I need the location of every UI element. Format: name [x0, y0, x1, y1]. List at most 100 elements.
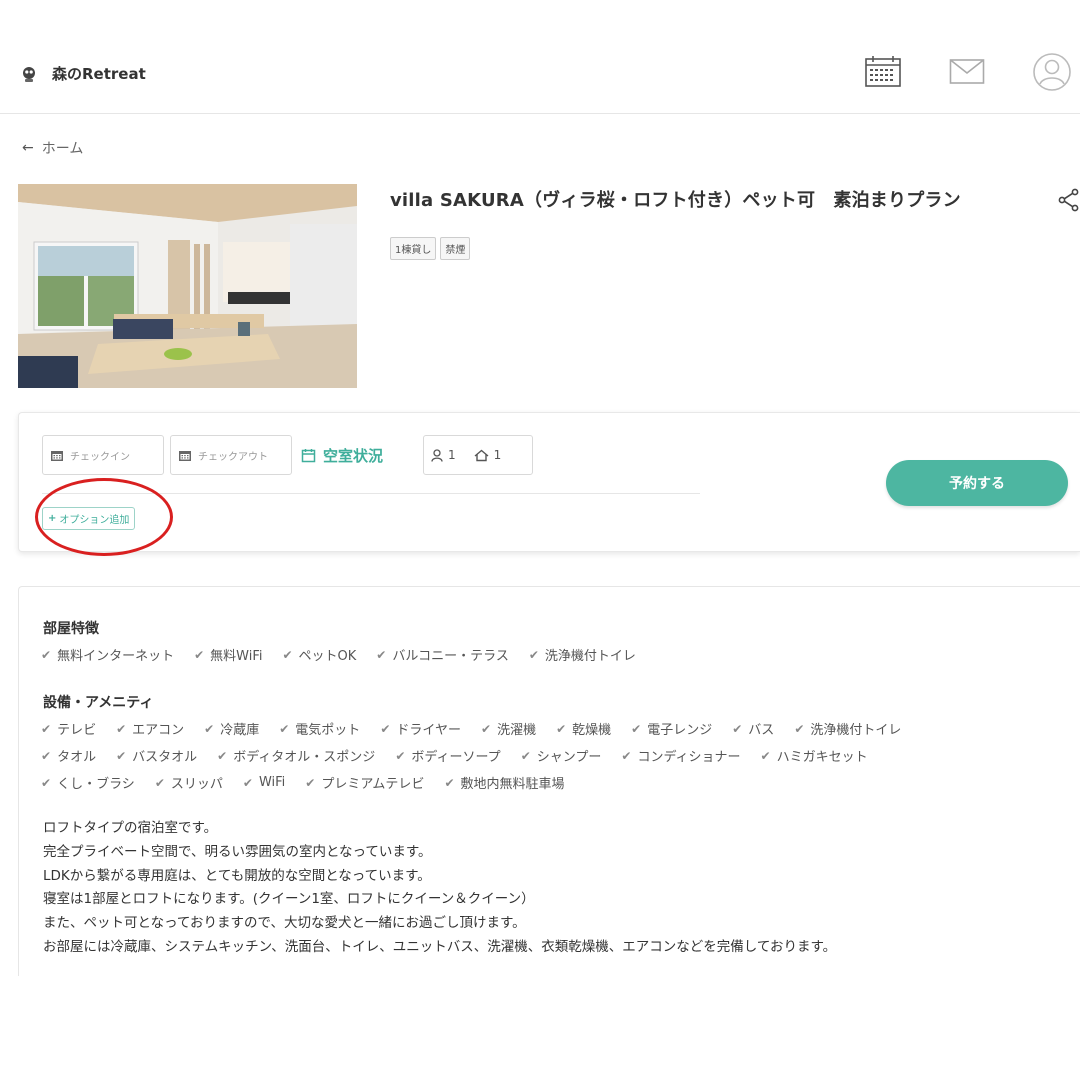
add-option-button[interactable]: + オプション追加 [42, 507, 136, 530]
room-photo-illustration [18, 184, 357, 388]
feature-label: 電気ポット [295, 723, 361, 738]
person-icon [431, 448, 443, 462]
feature-label: 乾燥機 [572, 723, 612, 738]
feature-item: ✔ コンディショナー [621, 746, 741, 766]
listing-photo[interactable] [18, 184, 357, 388]
feature-item: ✔ プレミアムテレビ [305, 773, 424, 793]
feature-label: バスタオル [132, 750, 198, 765]
feature-label: エアコン [132, 723, 185, 738]
check-icon: ✔ [380, 721, 391, 736]
feature-item: ✔ ボディーソープ [395, 746, 501, 766]
description-line: また、ペット可となっておりますので、大切な愛犬と一緒にお過ごし頂けます。 [43, 915, 526, 932]
feature-item: ✔ 洗濯機 [481, 719, 536, 739]
check-icon: ✔ [732, 721, 743, 736]
calendar-small-icon [51, 450, 63, 461]
check-icon: ✔ [41, 721, 52, 736]
feature-item: ✔ 敷地内無料駐車場 [444, 773, 565, 793]
back-to-home-link[interactable]: ← ホーム [22, 138, 83, 158]
check-icon: ✔ [631, 721, 642, 736]
room-details-panel: 部屋特徴 ✔ 無料インターネット ✔ 無料WiFi ✔ ペットOK ✔ バルコニー・テラス ✔ 洗… [18, 586, 1080, 976]
feature-item: ✔ タオル [41, 746, 97, 766]
feature-label: 洗浄機付トイレ [810, 723, 902, 738]
site-header: 森のRetreat [0, 30, 1080, 114]
guests-selector[interactable]: 1 1 [423, 435, 533, 475]
check-icon: ✔ [794, 721, 805, 736]
feature-label: ボディーソープ [411, 750, 501, 765]
description-line: 完全プライベート空間で、明るい雰囲気の室内となっています。 [43, 843, 432, 860]
feature-item: ✔ 乾燥機 [556, 719, 612, 739]
feature-label: スリッパ [170, 777, 223, 792]
amenities-title: 設備・アメニティ [43, 695, 154, 711]
feature-label: 無料インターネット [57, 649, 175, 664]
feature-item: ✔ 洗浄機付トイレ [528, 645, 636, 665]
house-icon [474, 449, 489, 461]
availability-label: 空室状況 [323, 447, 384, 465]
check-icon: ✔ [444, 775, 455, 790]
check-icon: ✔ [528, 647, 539, 662]
check-icon: ✔ [481, 721, 492, 736]
check-icon: ✔ [217, 748, 228, 763]
amenities-row-2: ✔ タオル ✔ バスタオル ✔ ボディタオル・スポンジ ✔ ボディーソープ ✔ シャンプー ✔ コンデ… [41, 746, 868, 766]
feature-label: テレビ [57, 723, 97, 738]
feature-label: 冷蔵庫 [220, 723, 260, 738]
check-icon: ✔ [621, 748, 632, 763]
check-icon: ✔ [41, 748, 52, 763]
checkin-field[interactable]: チェックイン [42, 435, 164, 475]
amenities-row-3: ✔ くし・ブラシ ✔ スリッパ ✔ WiFi ✔ プレミアムテレビ ✔ 敷地内無料駐車場 [41, 773, 565, 792]
availability-link[interactable]: 空室状況 [301, 445, 383, 466]
feature-item: ✔ 無料インターネット [41, 645, 175, 665]
feature-label: ドライヤー [396, 723, 461, 738]
room-features-title: 部屋特徴 [43, 621, 99, 637]
feature-label: 敷地内無料駐車場 [460, 777, 565, 792]
check-icon: ✔ [194, 647, 205, 662]
share-icon[interactable] [1058, 188, 1080, 212]
feature-label: タオル [57, 750, 97, 765]
feature-label: コンディショナー [637, 750, 741, 765]
checkout-field[interactable]: チェックアウト [170, 435, 292, 475]
check-icon: ✔ [395, 748, 406, 763]
feature-item: ✔ 洗浄機付トイレ [794, 719, 902, 739]
feature-item: ✔ バスタオル [116, 746, 198, 766]
mail-icon[interactable] [949, 58, 985, 86]
check-icon: ✔ [305, 775, 316, 790]
brand-name: 森のRetreat [52, 65, 146, 83]
tag-whole-house: 1棟貸し [390, 237, 437, 260]
check-icon: ✔ [41, 647, 52, 662]
checkin-placeholder: チェックイン [70, 451, 130, 463]
description-line: ロフトタイプの宿泊室です。 [43, 820, 218, 836]
brand-logo[interactable]: 森のRetreat [20, 63, 146, 84]
feature-label: くし・ブラシ [57, 777, 135, 792]
calendar-outline-icon [301, 449, 316, 463]
feature-item: ✔ エアコン [116, 719, 185, 739]
plus-icon: + [48, 513, 57, 524]
feature-item: ✔ ペットOK [282, 645, 357, 665]
feature-label: バス [748, 723, 775, 738]
check-icon: ✔ [376, 647, 387, 662]
checkout-placeholder: チェックアウト [198, 451, 268, 463]
logo-icon [23, 66, 35, 82]
listing-title: villa SAKURA（ヴィラ桜・ロフト付き）ペット可 素泊まりプラン [390, 190, 961, 211]
reserve-button[interactable]: 予約する [886, 460, 1068, 506]
rooms-count: 1 [493, 448, 502, 462]
divider [42, 493, 700, 494]
feature-item: ✔ ボディタオル・スポンジ [217, 746, 375, 766]
booking-panel: チェックイン チェックアウト 空室状況 1 1 + オプション追加 予約する [18, 412, 1080, 556]
room-description: ロフトタイプの宿泊室です。完全プライベート空間で、明るい雰囲気の室内となっていま… [43, 817, 836, 960]
feature-item: ✔ 電子レンジ [631, 719, 712, 739]
check-icon: ✔ [154, 775, 165, 790]
check-icon: ✔ [520, 748, 531, 763]
feature-item: ✔ WiFi [243, 773, 285, 792]
feature-item: ✔ ハミガキセット [761, 746, 868, 766]
feature-item: ✔ シャンプー [520, 746, 602, 766]
user-icon[interactable] [1032, 52, 1072, 92]
feature-item: ✔ テレビ [41, 719, 97, 739]
tag-non-smoking: 禁煙 [440, 237, 471, 260]
feature-label: ペットOK [298, 649, 357, 664]
feature-label: WiFi [258, 775, 286, 790]
calendar-small-icon [179, 450, 191, 461]
feature-label: ハミガキセット [776, 750, 868, 765]
feature-label: シャンプー [536, 750, 602, 765]
check-icon: ✔ [116, 748, 127, 763]
add-option-label: オプション追加 [59, 515, 130, 526]
calendar-icon[interactable] [864, 54, 902, 88]
